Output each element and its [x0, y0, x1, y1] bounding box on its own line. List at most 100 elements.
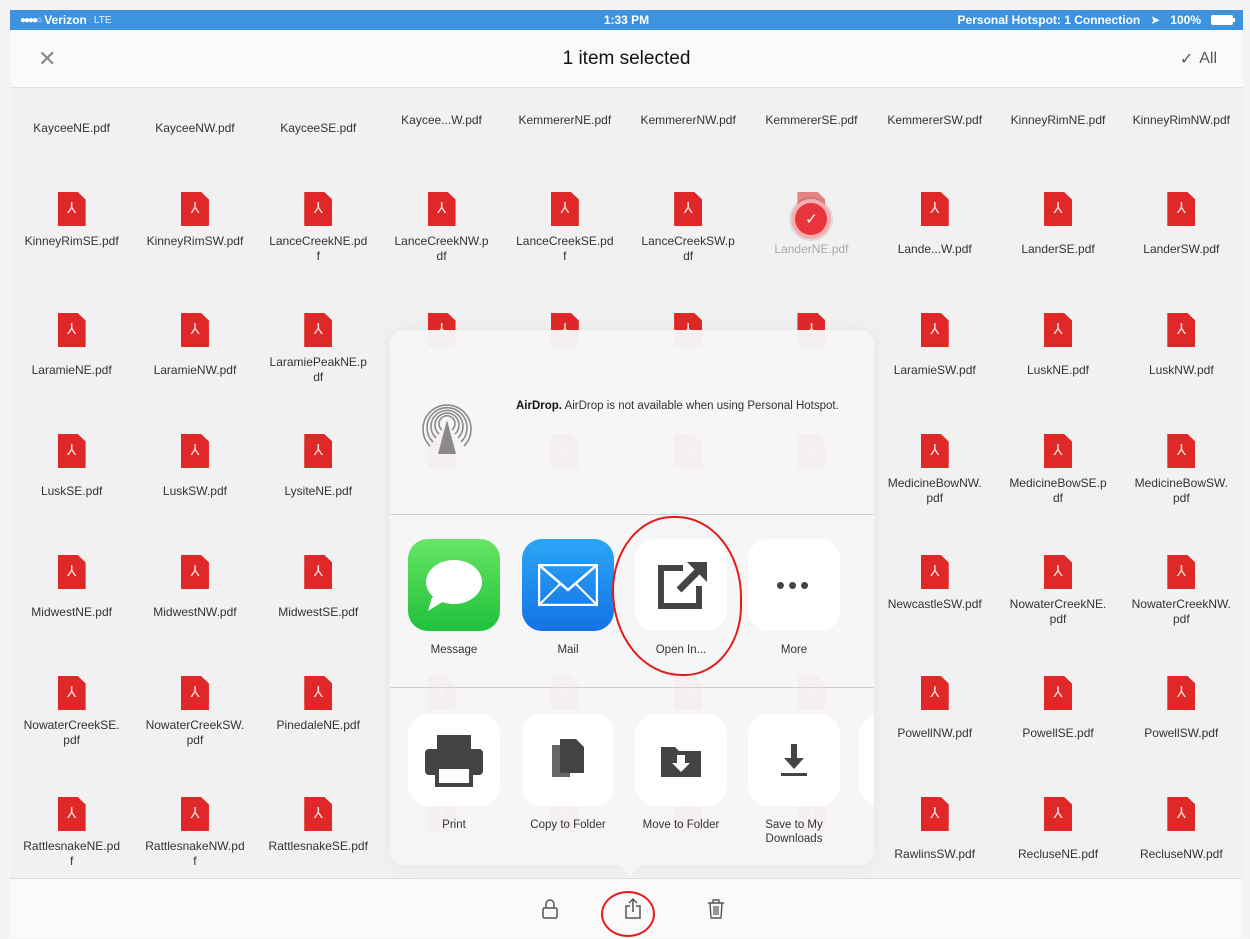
file-item[interactable]: LuskNE.pdf [996, 278, 1119, 399]
file-item[interactable]: PinedaleNE.pdf [257, 641, 380, 762]
file-item[interactable]: KayceeNE.pdf [10, 88, 133, 157]
file-name: LanceCreekNW.pdf [394, 234, 489, 263]
lock-icon[interactable] [538, 897, 562, 921]
file-item[interactable]: PowellNW.pdf [873, 641, 996, 762]
file-row: KinneyRimSE.pdf KinneyRimSW.pdf LanceCreek… [10, 157, 1243, 278]
file-item[interactable]: MidwestNE.pdf [10, 520, 133, 641]
copy-to-folder-button[interactable]: Copy to Folder [520, 714, 616, 832]
file-item[interactable]: KayceeSE.pdf [257, 88, 380, 157]
pdf-file-icon [1044, 313, 1073, 347]
airdrop-title: AirDrop. [516, 400, 562, 412]
file-item[interactable]: PowellSE.pdf [996, 641, 1119, 762]
file-name: Kaycee...W.pdf [401, 113, 482, 127]
file-item[interactable]: RawlinsSW.pdf [873, 762, 996, 878]
file-name: PowellSW.pdf [1144, 725, 1219, 740]
message-icon [408, 539, 500, 631]
file-item[interactable]: MedicineBowSE.pdf [996, 399, 1119, 520]
file-item[interactable]: RattlesnakeSE.pdf [257, 762, 380, 878]
share-icon[interactable] [621, 897, 645, 921]
file-item[interactable]: MedicineBowSW.pdf [1120, 399, 1243, 520]
more-button[interactable]: ••• More [746, 539, 842, 657]
signal-icon: ●●●●○ [20, 14, 42, 26]
file-item[interactable]: NewcastleSW.pdf [873, 520, 996, 641]
select-all-label: All [1199, 49, 1217, 67]
file-row: KayceeNE.pdf KayceeNW.pdf KayceeSE.pdf Kayc… [10, 88, 1243, 157]
copy-icon [522, 714, 614, 806]
share-actions-row: Print Copy to Folder Move to Folder Save… [390, 688, 874, 865]
file-item[interactable]: LanceCreekNE.pdf [257, 157, 380, 278]
printer-icon [408, 714, 500, 806]
file-item[interactable]: LanderSE.pdf [996, 157, 1119, 278]
file-item[interactable]: LanderNE.pdf✓ [750, 157, 873, 278]
file-name: MidwestSE.pdf [278, 604, 359, 619]
file-name: NowaterCreekNE.pdf [1009, 597, 1107, 626]
file-item[interactable]: KemmererSW.pdf [873, 88, 996, 157]
file-item[interactable]: LuskNW.pdf [1120, 278, 1243, 399]
file-item[interactable]: LaramieSW.pdf [873, 278, 996, 399]
file-name: MedicineBowSW.pdf [1134, 476, 1228, 505]
file-item[interactable]: LaramieNE.pdf [10, 278, 133, 399]
pdf-file-icon [427, 192, 456, 226]
message-app-button[interactable]: Message [406, 539, 502, 657]
mail-app-button[interactable]: Mail [520, 539, 616, 657]
file-name: KayceeNW.pdf [155, 120, 235, 135]
next-action-partial[interactable] [859, 714, 874, 806]
checkmark-icon: ✓ [1179, 50, 1194, 68]
pdf-file-icon [1167, 313, 1196, 347]
pdf-file-icon [1044, 676, 1073, 710]
file-item[interactable]: LuskSW.pdf [133, 399, 256, 520]
pdf-file-icon [57, 192, 86, 226]
file-name: KemmererSW.pdf [887, 113, 983, 127]
file-name: RecluseNW.pdf [1139, 846, 1223, 861]
file-item[interactable]: RattlesnakeNW.pdf [133, 762, 256, 878]
print-button[interactable]: Print [406, 714, 502, 832]
file-item[interactable]: RecluseNE.pdf [996, 762, 1119, 878]
file-item[interactable]: LaramiePeakNE.pdf [257, 278, 380, 399]
file-item[interactable]: LanceCreekSW.pdf [626, 157, 749, 278]
airdrop-description: AirDrop is not available when using Pers… [564, 400, 839, 412]
save-to-downloads-button[interactable]: Save to My Downloads [746, 714, 842, 846]
pdf-file-icon [1044, 797, 1073, 831]
file-name: LanceCreekSE.pdf [516, 234, 614, 263]
file-name: LaramiePeakNE.pdf [269, 355, 367, 384]
file-item[interactable]: Lande...W.pdf [873, 157, 996, 278]
pdf-file-icon [1167, 555, 1196, 589]
open-in-button[interactable]: Open In... [633, 539, 729, 657]
file-item[interactable]: RattlesnakeNE.pdf [10, 762, 133, 878]
select-all-button[interactable]: ✓ All [1180, 49, 1217, 69]
file-item[interactable]: NowaterCreekNW.pdf [1120, 520, 1243, 641]
file-item[interactable]: NowaterCreekNE.pdf [996, 520, 1119, 641]
file-name: LysiteNE.pdf [284, 483, 353, 498]
file-name: LuskSE.pdf [40, 483, 103, 498]
file-item[interactable]: KemmererNE.pdf [503, 88, 626, 157]
pdf-file-icon [1044, 192, 1073, 226]
file-item[interactable]: KinneyRimSE.pdf [10, 157, 133, 278]
file-item[interactable]: KinneyRimNW.pdf [1120, 88, 1243, 157]
file-item[interactable]: MedicineBowNW.pdf [873, 399, 996, 520]
trash-icon[interactable] [704, 897, 728, 921]
airdrop-section: AirDrop. AirDrop is not available when u… [390, 330, 874, 515]
file-item[interactable]: Kaycee...W.pdf [380, 88, 503, 157]
pdf-file-icon [180, 797, 209, 831]
file-item[interactable]: NowaterCreekSE.pdf [10, 641, 133, 762]
file-item[interactable]: KemmererSE.pdf [750, 88, 873, 157]
file-item[interactable]: LanceCreekSE.pdf [503, 157, 626, 278]
file-item[interactable]: KemmererNW.pdf [626, 88, 749, 157]
file-item[interactable]: KinneyRimSW.pdf [133, 157, 256, 278]
file-item[interactable]: LaramieNW.pdf [133, 278, 256, 399]
file-item[interactable]: LuskSE.pdf [10, 399, 133, 520]
file-item[interactable]: KinneyRimNE.pdf [996, 88, 1119, 157]
file-item[interactable]: NowaterCreekSW.pdf [133, 641, 256, 762]
file-item[interactable]: LanceCreekNW.pdf [380, 157, 503, 278]
move-to-folder-button[interactable]: Move to Folder [633, 714, 729, 832]
file-item[interactable]: LysiteNE.pdf [257, 399, 380, 520]
file-item[interactable]: RecluseNW.pdf [1120, 762, 1243, 878]
file-item[interactable]: LanderSW.pdf [1120, 157, 1243, 278]
file-item[interactable]: MidwestSE.pdf [257, 520, 380, 641]
file-item[interactable]: KayceeNW.pdf [133, 88, 256, 157]
file-item[interactable]: PowellSW.pdf [1120, 641, 1243, 762]
file-name: KinneyRimNE.pdf [1010, 113, 1106, 127]
pdf-file-icon [1167, 676, 1196, 710]
file-item[interactable]: MidwestNW.pdf [133, 520, 256, 641]
file-name: MidwestNW.pdf [153, 604, 237, 619]
